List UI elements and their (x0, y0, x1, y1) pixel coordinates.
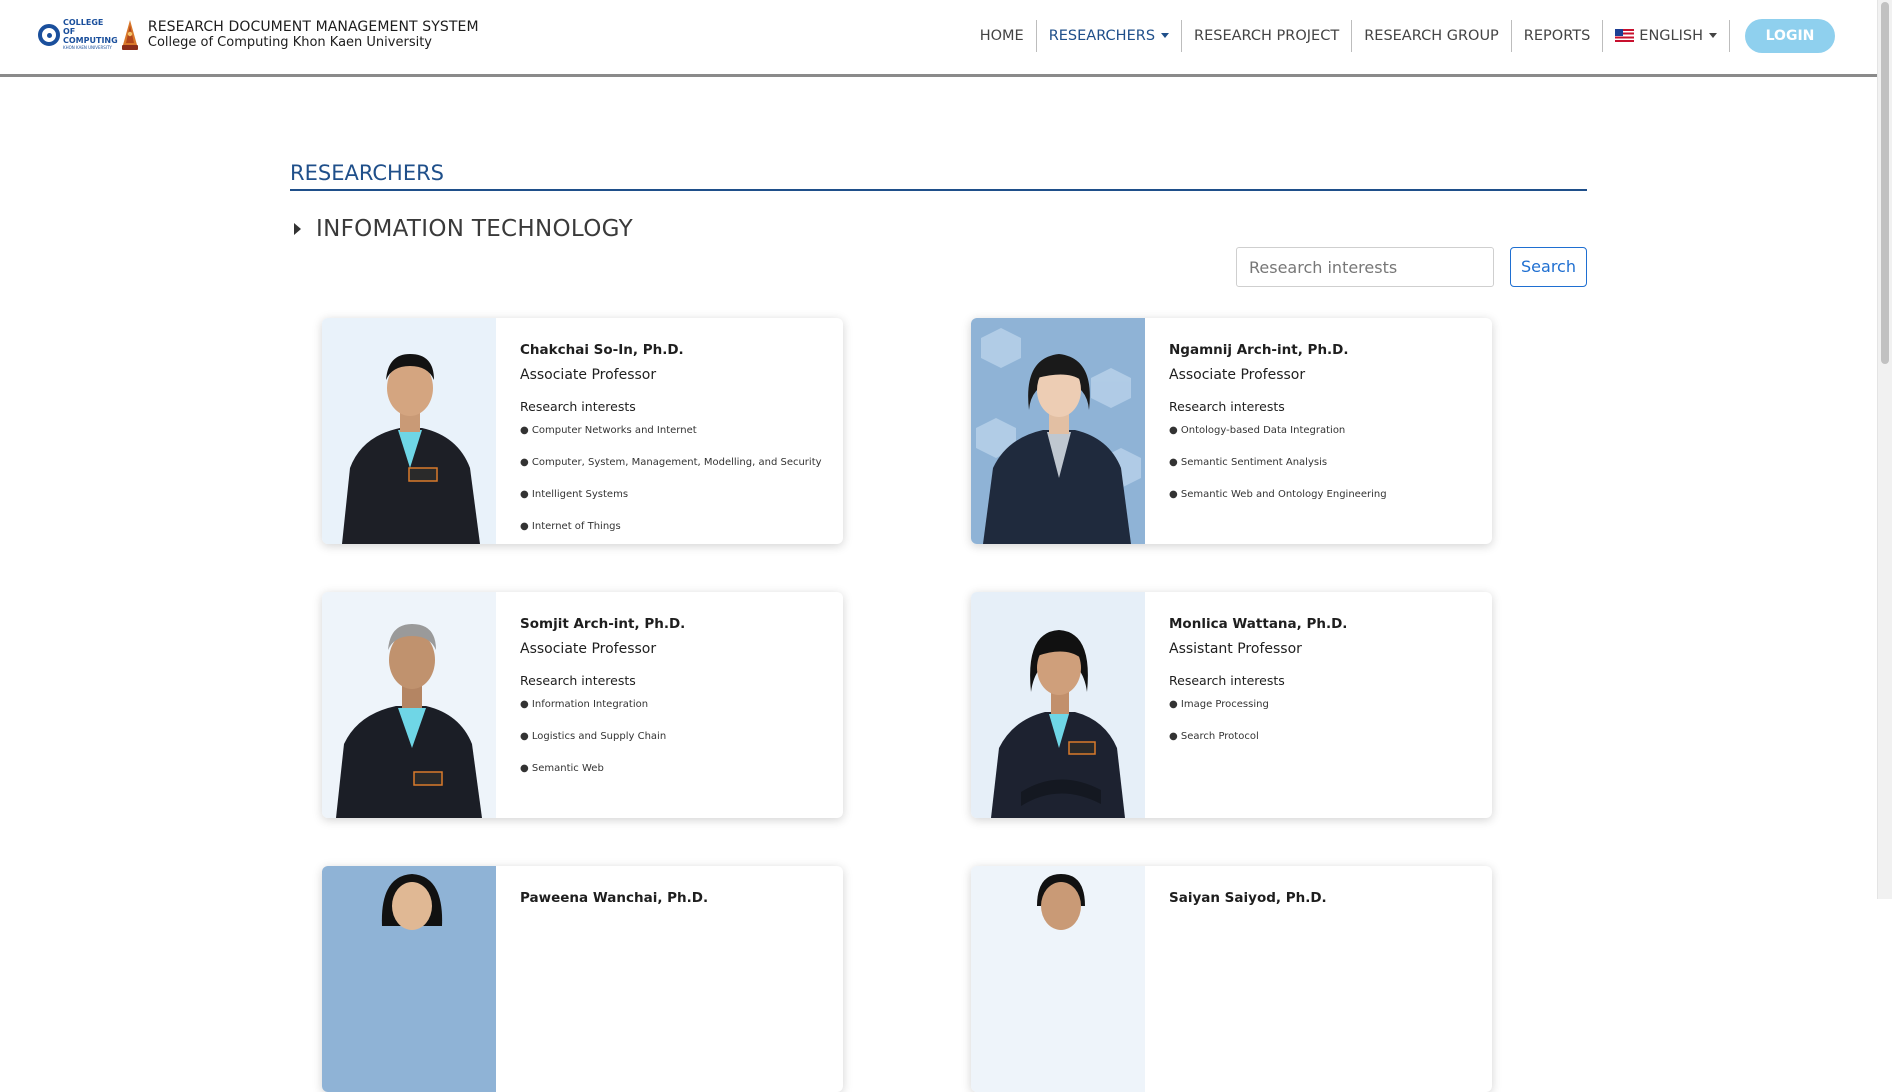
research-interests-label: Research interests (520, 673, 636, 688)
caret-right-icon (294, 223, 301, 235)
brand[interactable]: COLLEGE OF COMPUTING KHON KAEN UNIVERSIT… (38, 18, 479, 51)
research-interest-item: ● Logistics and Supply Chain (520, 731, 667, 742)
cc-logo-wordmark: COLLEGE OF COMPUTING (63, 18, 118, 45)
chevron-down-icon (1709, 32, 1717, 38)
us-flag-icon (1615, 28, 1635, 42)
app-title: RESEARCH DOCUMENT MANAGEMENT SYSTEM (147, 18, 479, 35)
main-nav: HOME RESEARCHERS RESEARCH PROJECT RESEAR… (968, 18, 1878, 54)
researcher-position: Associate Professor (1169, 367, 1306, 383)
research-interest-item: ● Internet of Things (520, 521, 621, 532)
research-interest-item: ● Semantic Web (520, 763, 604, 774)
researcher-position: Associate Professor (520, 367, 657, 383)
research-interest-item: ● Semantic Sentiment Analysis (1169, 457, 1328, 468)
top-navbar: COLLEGE OF COMPUTING KHON KAEN UNIVERSIT… (0, 0, 1878, 77)
department-heading: INFOMATION TECHNOLOGY (316, 216, 633, 242)
page-scrollbar[interactable] (1877, 0, 1892, 899)
research-interest-item: ● Image Processing (1169, 699, 1269, 710)
nav-home[interactable]: HOME (968, 20, 1037, 52)
research-interest-item: ● Semantic Web and Ontology Engineering (1169, 489, 1387, 500)
researcher-photo (971, 866, 1145, 1092)
research-interests-label: Research interests (520, 399, 636, 414)
researcher-name[interactable]: Ngamnij Arch-int, Ph.D. (1169, 338, 1482, 362)
researcher-name[interactable]: Paweena Wanchai, Ph.D. (520, 886, 833, 910)
search-button[interactable]: Search (1510, 247, 1587, 287)
nav-researchers[interactable]: RESEARCHERS (1037, 20, 1183, 52)
kku-emblem-icon (121, 19, 138, 50)
researcher-card[interactable]: Ngamnij Arch-int, Ph.D. Associate Profes… (971, 318, 1492, 544)
researcher-photo (322, 592, 496, 818)
researcher-name[interactable]: Chakchai So-In, Ph.D. (520, 338, 833, 362)
research-interest-item: ● Search Protocol (1169, 731, 1259, 742)
nav-reports[interactable]: REPORTS (1512, 20, 1604, 52)
researcher-card[interactable]: Chakchai So-In, Ph.D. Associate Professo… (322, 318, 843, 544)
researcher-position: Assistant Professor (1169, 641, 1302, 657)
research-interest-item: ● Intelligent Systems (520, 489, 629, 500)
nav-research-group[interactable]: RESEARCH GROUP (1352, 20, 1512, 52)
researcher-card[interactable]: Somjit Arch-int, Ph.D. Associate Profess… (322, 592, 843, 818)
researcher-card[interactable]: Paweena Wanchai, Ph.D. (322, 866, 843, 1092)
app-subtitle: College of Computing Khon Kaen Universit… (147, 34, 432, 50)
researcher-photo (971, 318, 1145, 544)
researcher-photo (322, 866, 496, 1092)
scrollbar-thumb[interactable] (1881, 2, 1889, 364)
nav-research-project[interactable]: RESEARCH PROJECT (1182, 20, 1353, 52)
cc-logo-subtext: KHON KAEN UNIVERSITY (63, 45, 112, 50)
researcher-name[interactable]: Saiyan Saiyod, Ph.D. (1169, 886, 1482, 910)
research-interests-label: Research interests (1169, 399, 1285, 414)
research-interests-search-input[interactable] (1236, 247, 1494, 287)
researcher-card[interactable]: Monlica Wattana, Ph.D. Assistant Profess… (971, 592, 1492, 818)
researcher-photo (322, 318, 496, 544)
researcher-position: Associate Professor (520, 641, 657, 657)
department-toggle[interactable]: INFOMATION TECHNOLOGY (294, 216, 633, 242)
researcher-card[interactable]: Saiyan Saiyod, Ph.D. (971, 866, 1492, 1092)
cc-logo-text: COLLEGE OF COMPUTING KHON KAEN UNIVERSIT… (63, 18, 118, 51)
research-interest-item: ● Ontology-based Data Integration (1169, 425, 1346, 436)
research-interest-item: ● Computer, System, Management, Modellin… (520, 457, 822, 468)
chevron-down-icon (1161, 32, 1170, 38)
research-interest-item: ● Computer Networks and Internet (520, 425, 697, 436)
nav-researchers-label: RESEARCHERS (1048, 28, 1156, 44)
researcher-name[interactable]: Somjit Arch-int, Ph.D. (520, 612, 833, 636)
research-interests-label: Research interests (1169, 673, 1285, 688)
research-interest-item: ● Information Integration (520, 699, 649, 710)
page-title: RESEARCHERS (290, 161, 1587, 191)
language-label: ENGLISH (1639, 28, 1703, 44)
college-of-computing-logo: COLLEGE OF COMPUTING KHON KAEN UNIVERSIT… (38, 18, 118, 51)
language-dropdown[interactable]: ENGLISH (1603, 20, 1730, 52)
researcher-name[interactable]: Monlica Wattana, Ph.D. (1169, 612, 1482, 636)
researcher-photo (971, 592, 1145, 818)
cc-logo-icon (38, 23, 60, 46)
login-button[interactable]: LOGIN (1745, 19, 1835, 53)
